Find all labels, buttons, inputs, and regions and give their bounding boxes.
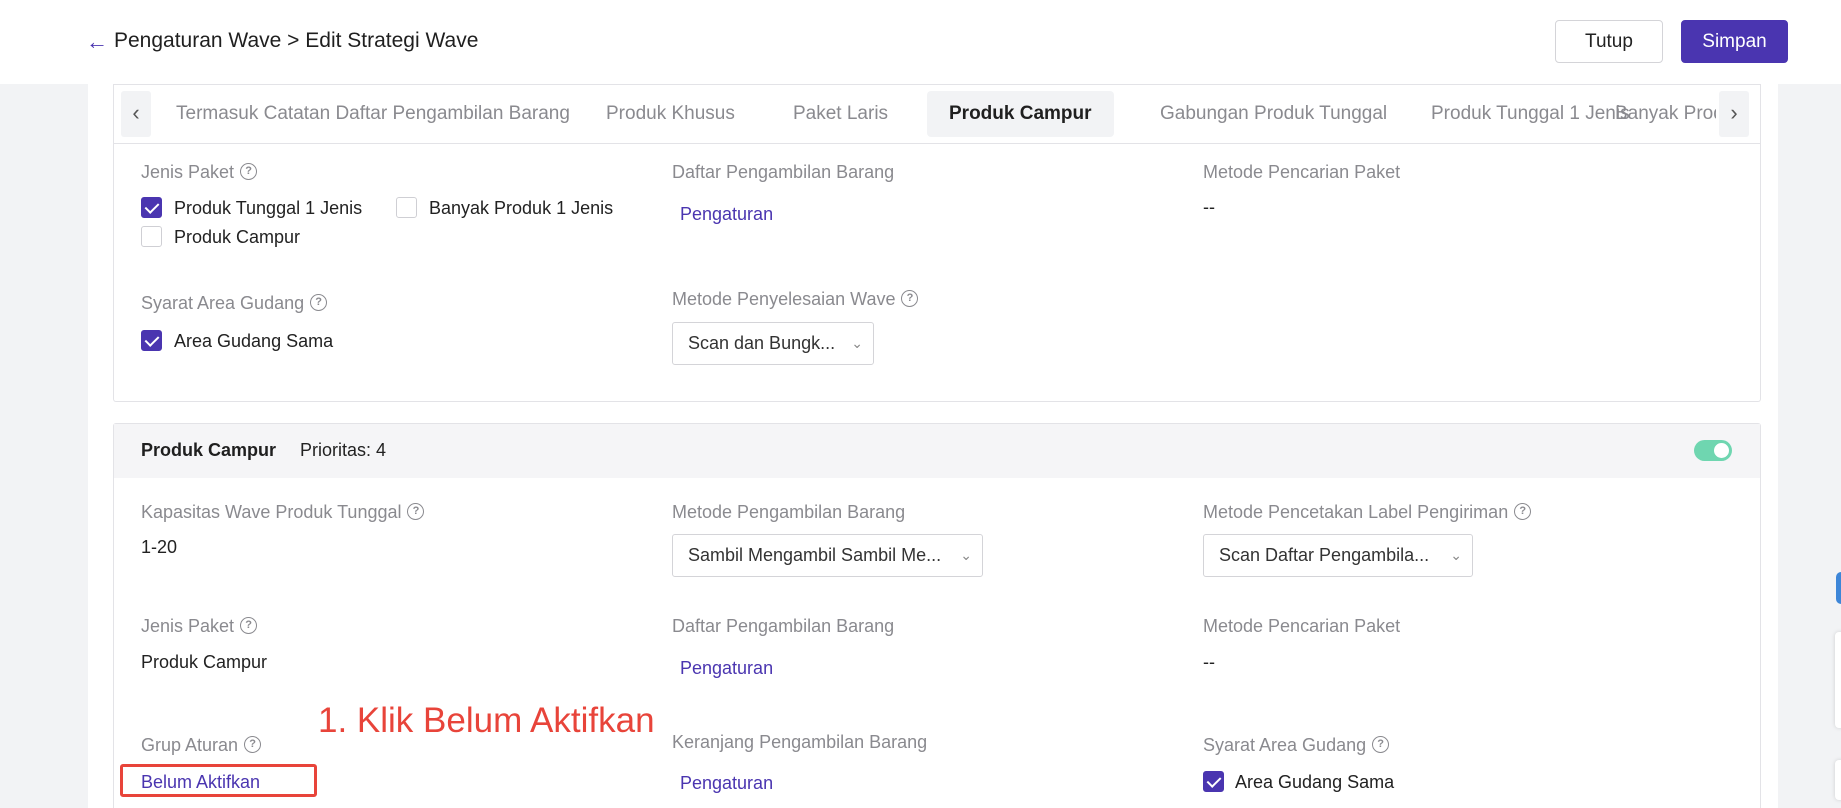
tab-banyak-produk[interactable]: Banyak Produk xyxy=(1593,91,1716,137)
checkbox-produk-tunggal-label: Produk Tunggal 1 Jenis xyxy=(174,198,363,218)
help-icon[interactable]: ? xyxy=(240,162,258,180)
metode-penyelesaian-select[interactable]: Scan dan Bungk... ⌄ xyxy=(672,322,874,365)
metode-pencarian-label-2: Metode Pencarian Paket xyxy=(1203,616,1401,636)
checkbox-area-gudang-sama-2[interactable] xyxy=(1203,771,1224,792)
daftar-pengaturan-link[interactable]: Pengaturan xyxy=(680,202,773,226)
tab-termasuk-catatan[interactable]: Termasuk Catatan Daftar Pengambilan Bara… xyxy=(154,91,592,137)
syarat-area-label: Syarat Area Gudang? xyxy=(141,291,328,315)
metode-pencarian-label: Metode Pencarian Paket xyxy=(1203,162,1401,182)
jenis-paket-label-2: Jenis Paket? xyxy=(141,614,258,638)
jenis-paket-label: Jenis Paket? xyxy=(141,160,258,184)
help-icon[interactable]: ? xyxy=(244,735,262,753)
metode-pencetakan-label: Metode Pencetakan Label Pengiriman? xyxy=(1203,500,1532,524)
grup-aturan-label: Grup Aturan? xyxy=(141,733,262,757)
page-header: ← Pengaturan Wave > Edit Strategi Wave T… xyxy=(0,0,1841,84)
chevron-down-icon: ⌄ xyxy=(1450,547,1462,563)
tab-scroll-right-icon[interactable]: › xyxy=(1719,91,1749,137)
kapasitas-value: 1-20 xyxy=(141,537,178,557)
floating-side-panel[interactable] xyxy=(1835,632,1841,728)
tab-paket-laris[interactable]: Paket Laris xyxy=(771,91,910,137)
checkbox-area-gudang-sama[interactable] xyxy=(141,330,162,351)
checkbox-produk-tunggal[interactable] xyxy=(141,197,162,218)
floating-side-panel-2[interactable] xyxy=(1835,760,1841,800)
back-arrow-icon[interactable]: ← xyxy=(86,28,108,56)
strategy-tabs: ‹ Termasuk Catatan Daftar Pengambilan Ba… xyxy=(113,84,1761,144)
keranjang-pengaturan-link[interactable]: Pengaturan xyxy=(680,771,773,795)
tab-produk-campur[interactable]: Produk Campur xyxy=(927,91,1114,137)
metode-pengambilan-label: Metode Pengambilan Barang xyxy=(672,502,906,522)
checkbox-banyak-produk[interactable] xyxy=(396,197,417,218)
tab-scroll-left-icon[interactable]: ‹ xyxy=(121,91,151,137)
daftar-pengambilan-label-2: Daftar Pengambilan Barang xyxy=(672,616,895,636)
tab-list: Termasuk Catatan Daftar Pengambilan Bara… xyxy=(154,85,1716,143)
help-icon[interactable]: ? xyxy=(310,293,328,311)
metode-pencarian-value: -- xyxy=(1203,197,1215,217)
tutorial-annotation: 1. Klik Belum Aktifkan xyxy=(318,701,655,740)
tab-gabungan-produk-tunggal[interactable]: Gabungan Produk Tunggal xyxy=(1138,91,1409,137)
strategy-enabled-toggle[interactable] xyxy=(1694,440,1732,461)
metode-pencarian-value-2: -- xyxy=(1203,652,1215,672)
checkbox-produk-campur[interactable] xyxy=(141,226,162,247)
jenis-paket-value: Produk Campur xyxy=(141,652,268,672)
checkbox-banyak-produk-label: Banyak Produk 1 Jenis xyxy=(429,198,614,218)
help-icon[interactable]: ? xyxy=(240,616,258,634)
metode-penyelesaian-label: Metode Penyelesaian Wave? xyxy=(672,287,919,311)
tab-produk-khusus[interactable]: Produk Khusus xyxy=(584,91,757,137)
metode-pencetakan-select[interactable]: Scan Daftar Pengambila... ⌄ xyxy=(1203,534,1473,577)
daftar-pengambilan-label: Daftar Pengambilan Barang xyxy=(672,162,895,182)
daftar-pengaturan-link-2[interactable]: Pengaturan xyxy=(680,656,773,680)
close-button[interactable]: Tutup xyxy=(1555,20,1663,63)
help-icon[interactable]: ? xyxy=(901,289,919,307)
chevron-down-icon: ⌄ xyxy=(851,335,863,351)
syarat-area-label-2: Syarat Area Gudang? xyxy=(1203,733,1390,757)
metode-pengambilan-select[interactable]: Sambil Mengambil Sambil Me... ⌄ xyxy=(672,534,983,577)
chevron-down-icon: ⌄ xyxy=(960,547,972,563)
strategy-card-produk-campur xyxy=(113,423,1761,808)
checkbox-produk-campur-label: Produk Campur xyxy=(174,227,301,247)
annotation-highlight-box xyxy=(120,764,317,797)
floating-help-icon[interactable] xyxy=(1836,572,1841,604)
help-icon[interactable]: ? xyxy=(407,502,425,520)
save-button[interactable]: Simpan xyxy=(1681,20,1788,63)
keranjang-label: Keranjang Pengambilan Barang xyxy=(672,732,928,752)
help-icon[interactable]: ? xyxy=(1514,502,1532,520)
page-title: Pengaturan Wave > Edit Strategi Wave xyxy=(114,29,479,52)
help-icon[interactable]: ? xyxy=(1372,735,1390,753)
checkbox-area-gudang-sama-label-2: Area Gudang Sama xyxy=(1235,772,1395,792)
priority-label: Prioritas: 4 xyxy=(300,440,387,460)
kapasitas-label: Kapasitas Wave Produk Tunggal? xyxy=(141,500,425,524)
checkbox-area-gudang-sama-label: Area Gudang Sama xyxy=(174,331,334,351)
card-title: Produk Campur xyxy=(141,440,277,460)
